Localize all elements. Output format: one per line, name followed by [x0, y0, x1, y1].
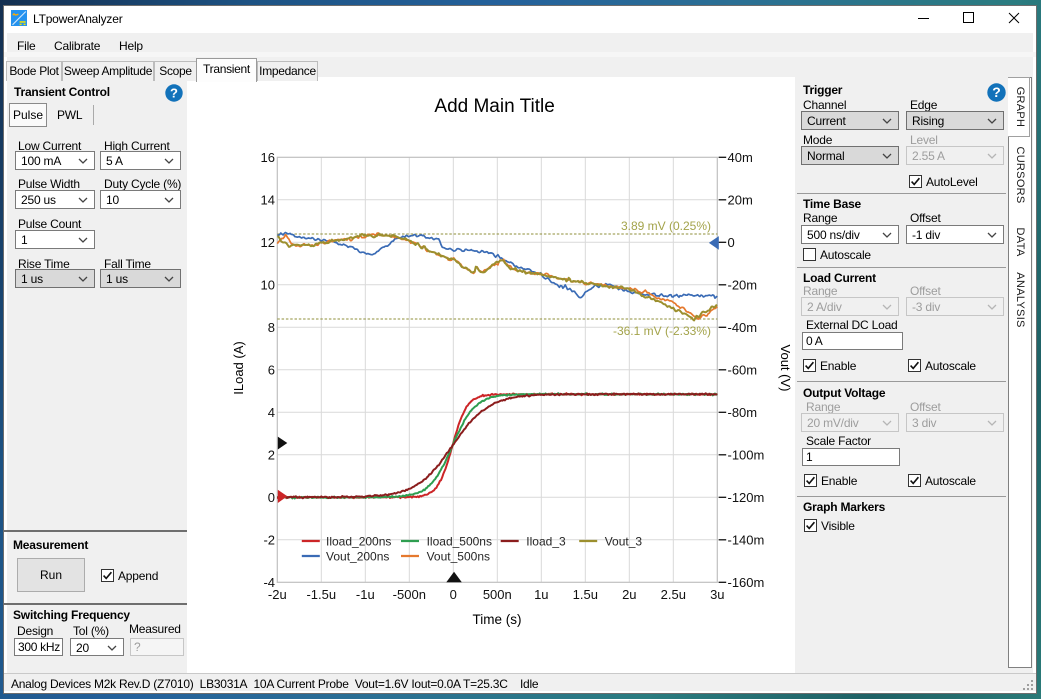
svg-text:20m: 20m: [728, 192, 753, 207]
svg-text:?: ?: [992, 84, 1001, 100]
svg-text:10: 10: [261, 277, 275, 292]
svg-text:Time (s): Time (s): [473, 612, 522, 627]
svg-text:-60m: -60m: [728, 362, 758, 377]
svg-text:0: 0: [450, 587, 457, 602]
svg-text:-20m: -20m: [728, 277, 758, 292]
svg-text:500n: 500n: [483, 587, 512, 602]
svg-text:-36.1 mV (-2.33%): -36.1 mV (-2.33%): [613, 324, 711, 338]
svg-text:16: 16: [261, 150, 275, 165]
svg-text:0: 0: [728, 235, 735, 250]
svg-text:8: 8: [268, 320, 275, 335]
svg-text:Vout (V): Vout (V): [778, 345, 793, 392]
svg-text:2: 2: [268, 447, 275, 462]
svg-text:-2u: -2u: [268, 587, 287, 602]
svg-text:12: 12: [261, 235, 275, 250]
svg-text:-100m: -100m: [728, 447, 765, 462]
svg-text:Vout_500ns: Vout_500ns: [427, 550, 490, 564]
svg-text:Vout_200ns: Vout_200ns: [326, 550, 389, 564]
svg-text:2u: 2u: [622, 587, 636, 602]
svg-text:-80m: -80m: [728, 405, 758, 420]
svg-text:-2: -2: [263, 532, 275, 547]
svg-text:Iload_3: Iload_3: [526, 535, 566, 549]
svg-text:3.89 mV (0.25%): 3.89 mV (0.25%): [621, 219, 711, 233]
svg-text:14: 14: [261, 192, 275, 207]
svg-text:-1u: -1u: [356, 587, 375, 602]
svg-text:-1.5u: -1.5u: [306, 587, 336, 602]
svg-text:?: ?: [170, 85, 178, 100]
svg-text:3u: 3u: [710, 587, 724, 602]
svg-text:ILoad (A): ILoad (A): [231, 341, 246, 394]
svg-text:6: 6: [268, 362, 275, 377]
svg-text:Iload_200ns: Iload_200ns: [326, 535, 391, 549]
svg-text:-160m: -160m: [728, 575, 765, 590]
svg-text:-500n: -500n: [393, 587, 426, 602]
svg-text:4: 4: [268, 405, 275, 420]
svg-text:1.5u: 1.5u: [573, 587, 598, 602]
svg-text:2.5u: 2.5u: [661, 587, 686, 602]
svg-text:0: 0: [268, 490, 275, 505]
svg-text:1u: 1u: [534, 587, 548, 602]
svg-text:-140m: -140m: [728, 532, 765, 547]
svg-text:Iload_500ns: Iload_500ns: [427, 535, 492, 549]
svg-text:-40m: -40m: [728, 320, 758, 335]
svg-text:40m: 40m: [728, 150, 753, 165]
svg-text:Add Main Title: Add Main Title: [434, 96, 554, 117]
svg-text:-120m: -120m: [728, 490, 765, 505]
svg-text:Vout_3: Vout_3: [605, 535, 643, 549]
